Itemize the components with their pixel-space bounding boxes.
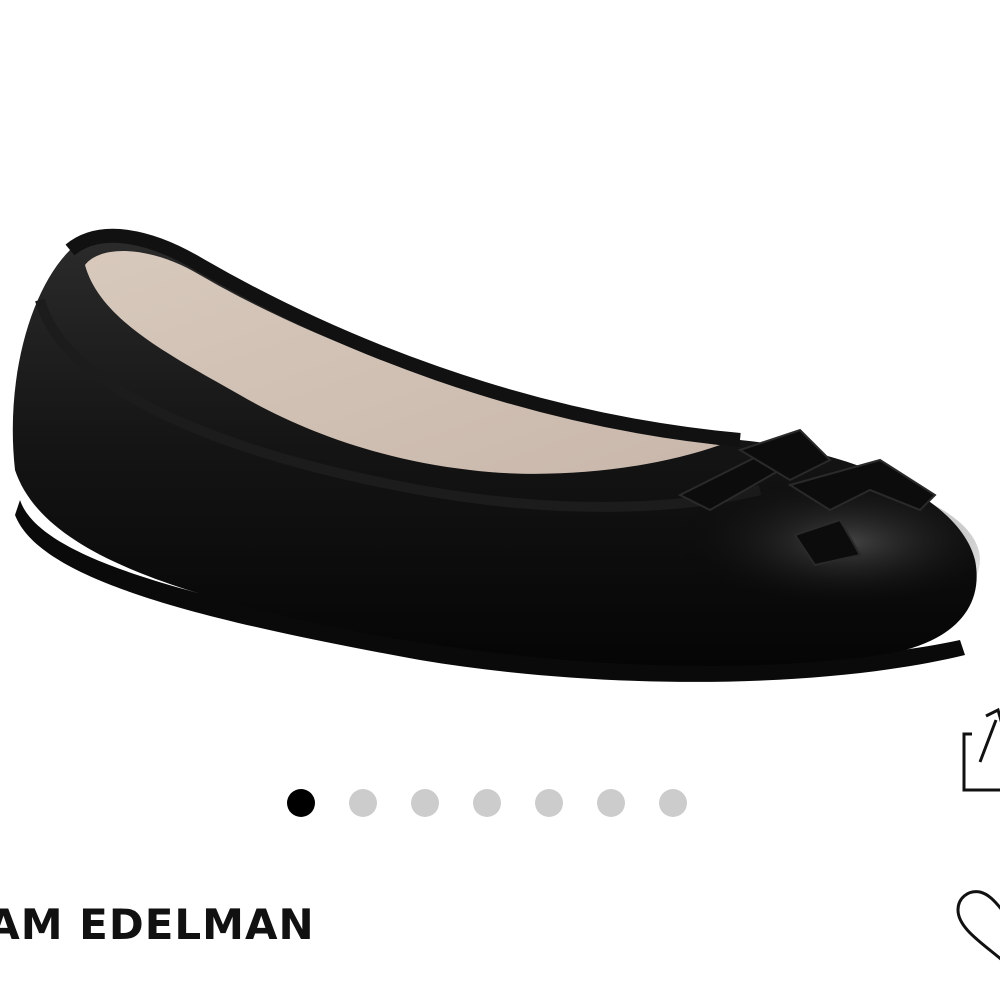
carousel-dot-active[interactable] [287, 789, 315, 817]
share-button[interactable] [960, 706, 1000, 798]
carousel-dot[interactable] [597, 789, 625, 817]
heart-outline-icon [956, 890, 1000, 961]
carousel-pagination [287, 789, 687, 817]
carousel-dot[interactable] [411, 789, 439, 817]
brand-name: SAM EDELMAN [0, 900, 315, 949]
share-icon [962, 707, 1000, 792]
product-image[interactable] [0, 150, 1000, 710]
product-detail-screen: SAM EDELMAN [0, 0, 1000, 1000]
carousel-dot[interactable] [473, 789, 501, 817]
carousel-dot[interactable] [535, 789, 563, 817]
carousel-dot[interactable] [349, 789, 377, 817]
carousel-dot[interactable] [659, 789, 687, 817]
wishlist-button[interactable] [952, 888, 1000, 968]
